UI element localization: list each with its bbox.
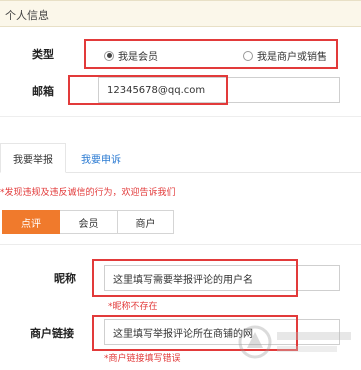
personal-info-card: 类型 我是会员 我是商户或销售 邮箱 12345678@qq.com bbox=[0, 27, 361, 117]
radio-merchant[interactable]: 我是商户或销售 bbox=[243, 48, 327, 63]
personal-info-title: 个人信息 bbox=[5, 9, 49, 22]
merchant-link-label: 商户链接 bbox=[30, 327, 74, 340]
radio-merchant-label: 我是商户或销售 bbox=[257, 52, 327, 63]
report-notice: *发现违规及违反诚信的行为，欢迎告诉我们 bbox=[0, 188, 176, 198]
radio-merchant-indicator[interactable] bbox=[243, 50, 253, 61]
report-type-segment: 点评 会员 商户 bbox=[2, 210, 174, 234]
tab-appeal[interactable]: 我要申诉 bbox=[70, 143, 132, 173]
report-form: 昵称 这里填写需要举报评论的用户名 *昵称不存在 商户链接 这里填写举报评论所在… bbox=[0, 244, 361, 370]
radio-member-label: 我是会员 bbox=[118, 52, 158, 63]
email-label: 邮箱 bbox=[32, 85, 54, 98]
segment-review[interactable]: 点评 bbox=[2, 210, 60, 234]
report-tabs: 我要举报 我要申诉 bbox=[0, 143, 361, 173]
nickname-error: *昵称不存在 bbox=[108, 302, 158, 312]
email-highlight bbox=[68, 75, 228, 105]
radio-member[interactable]: 我是会员 bbox=[104, 48, 158, 63]
watermark-logo-icon bbox=[238, 325, 351, 359]
segment-member[interactable]: 会员 bbox=[60, 210, 118, 234]
type-label: 类型 bbox=[32, 48, 54, 61]
nickname-highlight bbox=[92, 259, 298, 297]
nickname-label: 昵称 bbox=[54, 272, 76, 285]
merchant-link-error: *商户链接填写错误 bbox=[104, 354, 181, 364]
segment-merchant[interactable]: 商户 bbox=[118, 210, 174, 234]
tab-report[interactable]: 我要举报 bbox=[0, 143, 66, 173]
personal-info-header: 个人信息 bbox=[0, 0, 361, 27]
radio-member-indicator[interactable] bbox=[104, 50, 114, 61]
